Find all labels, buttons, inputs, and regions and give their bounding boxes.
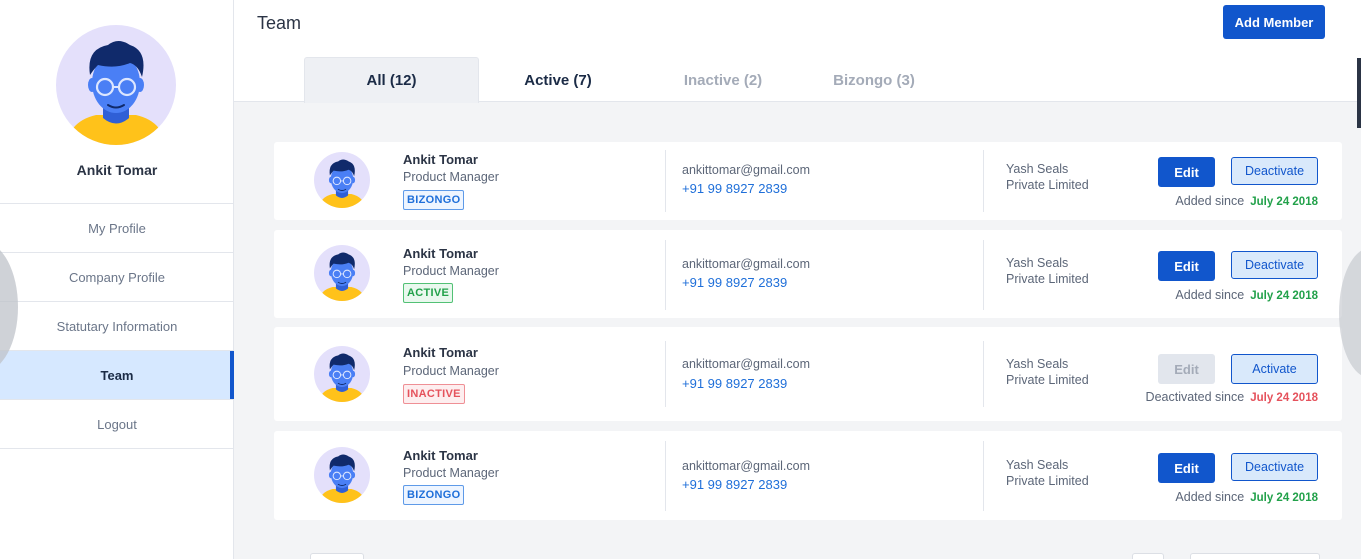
pagination-control[interactable] bbox=[310, 553, 364, 559]
member-email: ankittomar@gmail.com bbox=[682, 163, 811, 177]
edit-button[interactable]: Edit bbox=[1158, 157, 1215, 187]
member-name: Ankit Tomar bbox=[403, 152, 478, 167]
company-name-line1: Yash Seals bbox=[1006, 458, 1069, 472]
activate-button[interactable]: Activate bbox=[1231, 354, 1318, 384]
tab-active[interactable]: Active (7) bbox=[479, 57, 637, 103]
deactivate-button[interactable]: Deactivate bbox=[1231, 453, 1318, 481]
since-label: Deactivated since bbox=[1145, 390, 1245, 404]
member-card: Ankit Tomar Product Manager BIZONGO anki… bbox=[274, 142, 1342, 220]
page-title: Team bbox=[257, 13, 302, 33]
since-date: July 24 2018 bbox=[1250, 290, 1318, 302]
pagination-control[interactable] bbox=[1132, 553, 1164, 559]
column-divider bbox=[983, 240, 984, 310]
since-date: July 24 2018 bbox=[1250, 492, 1318, 504]
member-avatar bbox=[314, 346, 370, 402]
member-role: Product Manager bbox=[403, 364, 499, 378]
member-company: Yash Seals Private Limited bbox=[1006, 255, 1089, 287]
member-since: Deactivated since July 24 2018 bbox=[1146, 390, 1318, 404]
member-name: Ankit Tomar bbox=[403, 448, 478, 463]
since-label: Added since bbox=[1175, 288, 1245, 302]
column-divider bbox=[665, 341, 666, 407]
member-avatar bbox=[314, 152, 370, 208]
member-since: Added since July 24 2018 bbox=[1175, 490, 1318, 504]
add-member-button[interactable]: Add Member bbox=[1223, 5, 1325, 39]
sidebar-menu: My Profile Company Profile Statutary Inf… bbox=[0, 203, 234, 449]
member-email: ankittomar@gmail.com bbox=[682, 459, 811, 473]
since-date: July 24 2018 bbox=[1250, 196, 1318, 208]
member-phone: +91 99 8927 2839 bbox=[682, 376, 788, 391]
sidebar-item-company-profile[interactable]: Company Profile bbox=[0, 253, 234, 302]
tab-bizongo[interactable]: Bizongo (3) bbox=[809, 57, 939, 103]
company-name-line2: Private Limited bbox=[1006, 373, 1089, 387]
sidebar-user-name: Ankit Tomar bbox=[76, 162, 158, 178]
sidebar-item-team[interactable]: Team bbox=[0, 351, 234, 400]
member-card: Ankit Tomar Product Manager BIZONGO anki… bbox=[274, 431, 1342, 520]
company-name-line2: Private Limited bbox=[1006, 272, 1089, 286]
filter-tabs: All (12) Active (7) Inactive (2) Bizongo… bbox=[304, 57, 939, 103]
member-phone: +91 99 8927 2839 bbox=[682, 477, 788, 492]
sidebar-item-logout[interactable]: Logout bbox=[0, 400, 234, 449]
member-card: Ankit Tomar Product Manager ACTIVE ankit… bbox=[274, 230, 1342, 318]
member-role: Product Manager bbox=[403, 264, 499, 278]
since-label: Added since bbox=[1175, 194, 1245, 208]
tab-all[interactable]: All (12) bbox=[304, 57, 479, 103]
status-badge: ACTIVE bbox=[403, 283, 454, 303]
member-company: Yash Seals Private Limited bbox=[1006, 356, 1089, 388]
member-avatar bbox=[314, 447, 370, 503]
member-role: Product Manager bbox=[403, 466, 499, 480]
sidebar: Ankit Tomar My Profile Company Profile S… bbox=[0, 0, 234, 559]
since-label: Added since bbox=[1175, 490, 1245, 504]
column-divider bbox=[983, 341, 984, 407]
column-divider bbox=[983, 441, 984, 511]
deactivate-button[interactable]: Deactivate bbox=[1231, 251, 1318, 279]
member-company: Yash Seals Private Limited bbox=[1006, 457, 1089, 489]
since-date: July 24 2018 bbox=[1250, 392, 1318, 404]
tab-inactive[interactable]: Inactive (2) bbox=[637, 57, 809, 103]
member-name: Ankit Tomar bbox=[403, 246, 478, 261]
member-since: Added since July 24 2018 bbox=[1175, 288, 1318, 302]
page-header: Team Add Member All (12) Active (7) Inac… bbox=[234, 0, 1361, 128]
column-divider bbox=[665, 441, 666, 511]
company-name-line1: Yash Seals bbox=[1006, 256, 1069, 270]
right-overlay-shape bbox=[1339, 248, 1361, 378]
status-badge: BIZONGO bbox=[403, 485, 465, 505]
sidebar-item-statutary-information[interactable]: Statutary Information bbox=[0, 302, 234, 351]
company-name-line2: Private Limited bbox=[1006, 178, 1089, 192]
pagination-control[interactable] bbox=[1190, 553, 1320, 559]
member-company: Yash Seals Private Limited bbox=[1006, 161, 1089, 193]
member-phone: +91 99 8927 2839 bbox=[682, 181, 788, 196]
deactivate-button[interactable]: Deactivate bbox=[1231, 157, 1318, 185]
user-avatar bbox=[56, 25, 176, 145]
company-name-line2: Private Limited bbox=[1006, 474, 1089, 488]
member-email: ankittomar@gmail.com bbox=[682, 257, 811, 271]
column-divider bbox=[983, 150, 984, 212]
member-avatar bbox=[314, 245, 370, 301]
member-name: Ankit Tomar bbox=[403, 345, 478, 360]
company-name-line1: Yash Seals bbox=[1006, 162, 1069, 176]
sidebar-item-my-profile[interactable]: My Profile bbox=[0, 204, 234, 253]
member-email: ankittomar@gmail.com bbox=[682, 357, 811, 371]
edit-button[interactable]: Edit bbox=[1158, 251, 1215, 281]
edit-button[interactable]: Edit bbox=[1158, 453, 1215, 483]
column-divider bbox=[665, 150, 666, 212]
column-divider bbox=[665, 240, 666, 310]
member-since: Added since July 24 2018 bbox=[1175, 194, 1318, 208]
edit-button: Edit bbox=[1158, 354, 1215, 384]
member-card: Ankit Tomar Product Manager INACTIVE ank… bbox=[274, 327, 1342, 421]
scrollbar-thumb[interactable] bbox=[1357, 58, 1361, 128]
company-name-line1: Yash Seals bbox=[1006, 357, 1069, 371]
status-badge: BIZONGO bbox=[403, 190, 465, 210]
status-badge: INACTIVE bbox=[403, 384, 465, 404]
member-role: Product Manager bbox=[403, 170, 499, 184]
member-phone: +91 99 8927 2839 bbox=[682, 275, 788, 290]
